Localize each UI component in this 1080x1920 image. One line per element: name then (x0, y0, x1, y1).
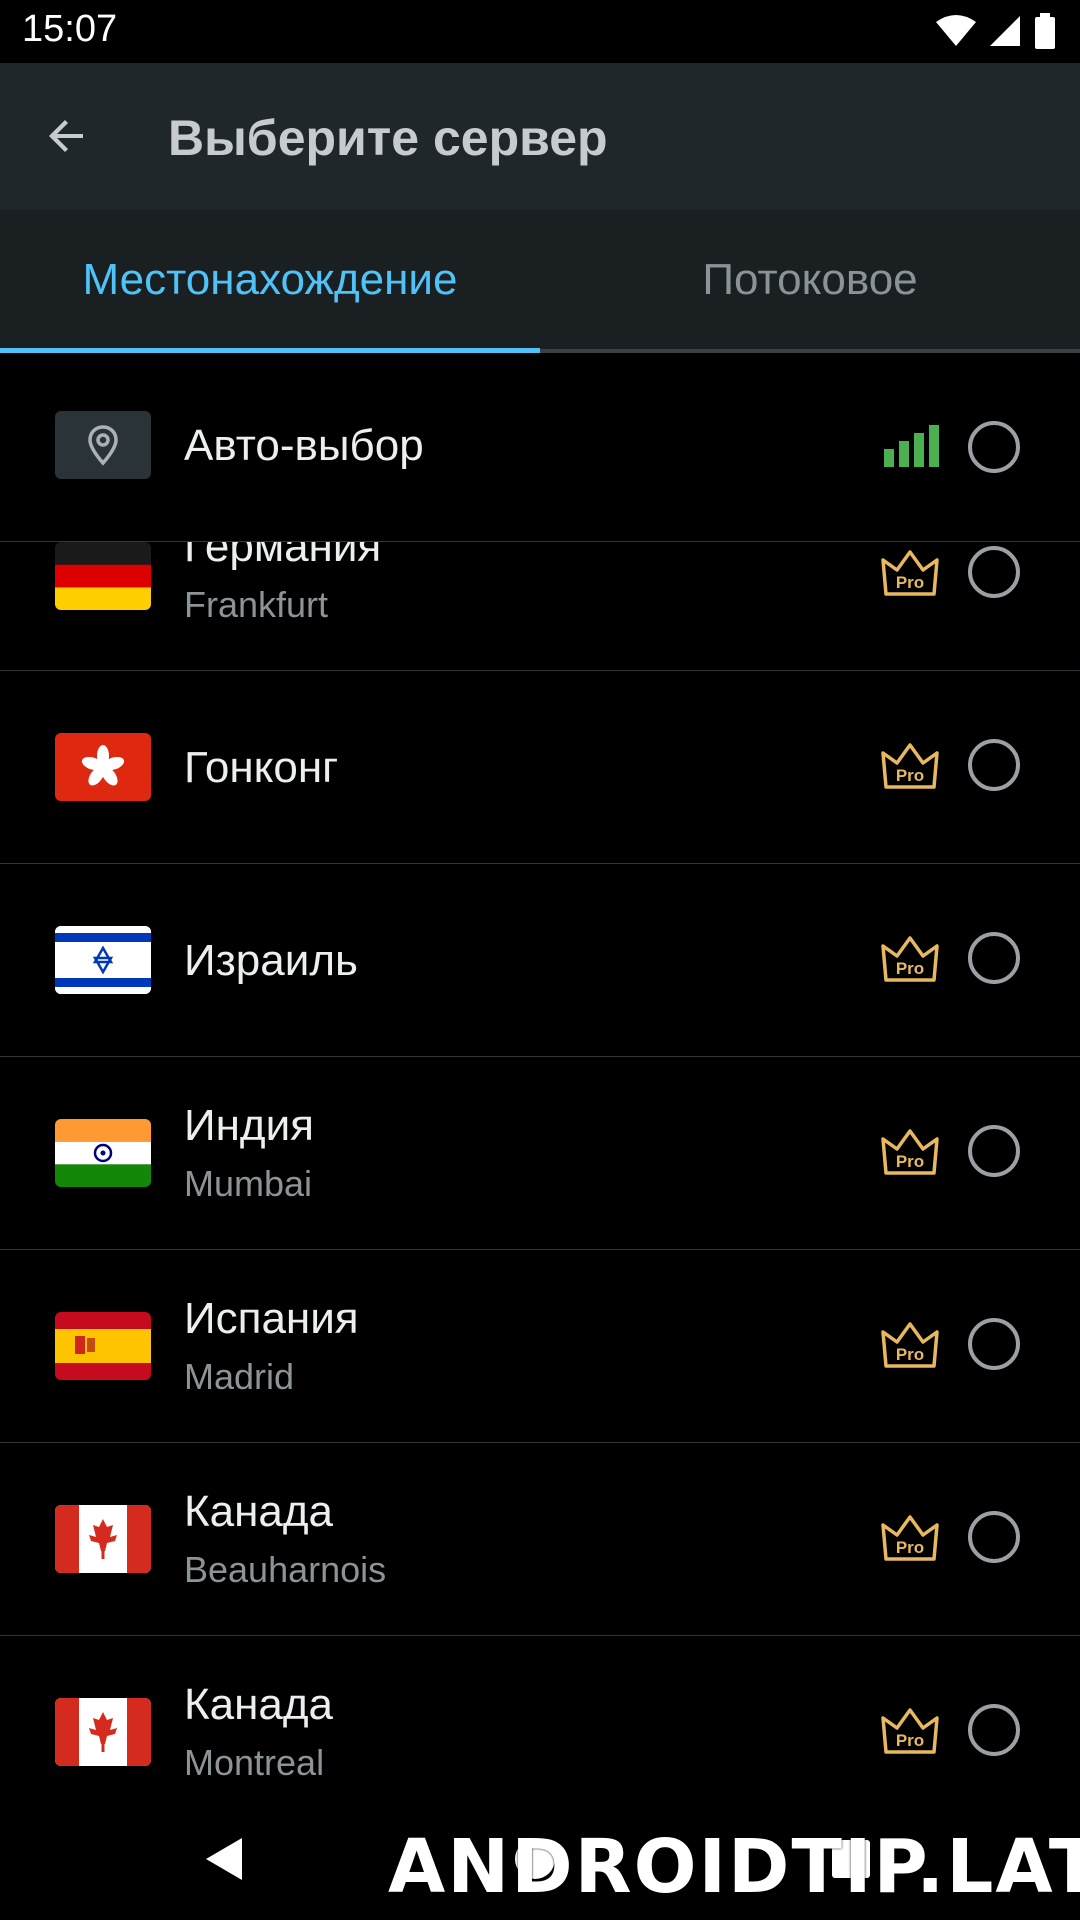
radio-button[interactable] (968, 1318, 1020, 1370)
radio-button[interactable] (968, 1511, 1020, 1563)
radio-button[interactable] (968, 546, 1020, 598)
radio-button[interactable] (968, 421, 1020, 473)
server-row-auto[interactable]: Авто-выбор (0, 353, 1080, 542)
tab-location[interactable]: Местонахождение (0, 210, 540, 353)
radio-button[interactable] (968, 1704, 1020, 1756)
server-city: Mumbai (184, 1163, 313, 1204)
svg-text:Pro: Pro (896, 1538, 924, 1557)
server-name: Авто-выбор (184, 421, 424, 470)
flag-israel-icon (55, 926, 151, 994)
server-row-spain[interactable]: Испания Madrid Pro (0, 1250, 1080, 1443)
pro-crown-icon: Pro (881, 1708, 939, 1754)
status-bar: 15:07 (0, 0, 1080, 63)
server-name: Испания (184, 1294, 359, 1343)
pro-crown-icon: Pro (881, 1515, 939, 1561)
svg-text:Pro: Pro (896, 573, 924, 592)
server-city: Madrid (184, 1356, 295, 1397)
status-time: 15:07 (22, 8, 118, 50)
svg-text:Pro: Pro (896, 1152, 924, 1171)
radio-button[interactable] (968, 932, 1020, 984)
svg-text:Pro: Pro (896, 1345, 924, 1364)
pro-crown-icon: Pro (881, 1322, 939, 1368)
svg-text:Pro: Pro (896, 959, 924, 978)
server-row-canada-montreal[interactable]: Канада Montreal Pro (0, 1636, 1080, 1800)
server-name: Канада (184, 1680, 334, 1729)
server-row-israel[interactable]: Израиль Pro (0, 864, 1080, 1057)
svg-text:Pro: Pro (896, 1731, 924, 1750)
page-title: Выберите сервер (168, 110, 608, 166)
flag-india-icon (55, 1119, 151, 1187)
flag-spain-icon (55, 1312, 151, 1380)
status-icons (936, 12, 1056, 50)
server-row-germany[interactable]: Германия Frankfurt Pro (0, 542, 1080, 671)
watermark: ANDROIDTIP.LAT (388, 1824, 1080, 1910)
server-row-hongkong[interactable]: Гонконг Pro (0, 671, 1080, 864)
server-city: Frankfurt (184, 584, 329, 625)
server-name: Гонконг (184, 743, 339, 792)
flag-hongkong-icon (55, 733, 151, 801)
radio-button[interactable] (968, 1125, 1020, 1177)
location-icon (55, 411, 151, 479)
svg-text:Pro: Pro (896, 766, 924, 785)
server-row-canada-beauharnois[interactable]: Канада Beauharnois Pro (0, 1443, 1080, 1636)
flag-germany-icon (55, 542, 151, 610)
battery-icon (1035, 13, 1055, 49)
signal-icon (884, 425, 939, 467)
server-city: Montreal (184, 1742, 325, 1783)
server-name: Индия (184, 1101, 315, 1150)
tab-location-label: Местонахождение (82, 254, 458, 304)
flag-canada-icon (55, 1698, 151, 1766)
back-button[interactable] (30, 99, 104, 173)
arrow-back-icon (49, 120, 83, 152)
tab-bar: Местонахождение Потоковое (0, 210, 1080, 353)
nav-back-icon[interactable] (200, 1834, 250, 1884)
server-city: Beauharnois (184, 1549, 387, 1590)
tab-streaming[interactable]: Потоковое (540, 210, 1080, 349)
wifi-icon (936, 15, 976, 46)
flag-canada-icon (55, 1505, 151, 1573)
pro-crown-icon: Pro (881, 743, 939, 789)
server-name: Израиль (184, 936, 358, 985)
pro-crown-icon: Pro (881, 1129, 939, 1175)
server-row-india[interactable]: Индия Mumbai Pro (0, 1057, 1080, 1250)
server-name: Канада (184, 1487, 334, 1536)
tab-streaming-label: Потоковое (702, 254, 918, 304)
pro-crown-icon: Pro (881, 550, 939, 596)
server-name: Германия (184, 542, 382, 571)
radio-button[interactable] (968, 739, 1020, 791)
app-bar: Выберите сервер (0, 63, 1080, 210)
pro-crown-icon: Pro (881, 936, 939, 982)
cellular-signal-icon (990, 16, 1020, 46)
